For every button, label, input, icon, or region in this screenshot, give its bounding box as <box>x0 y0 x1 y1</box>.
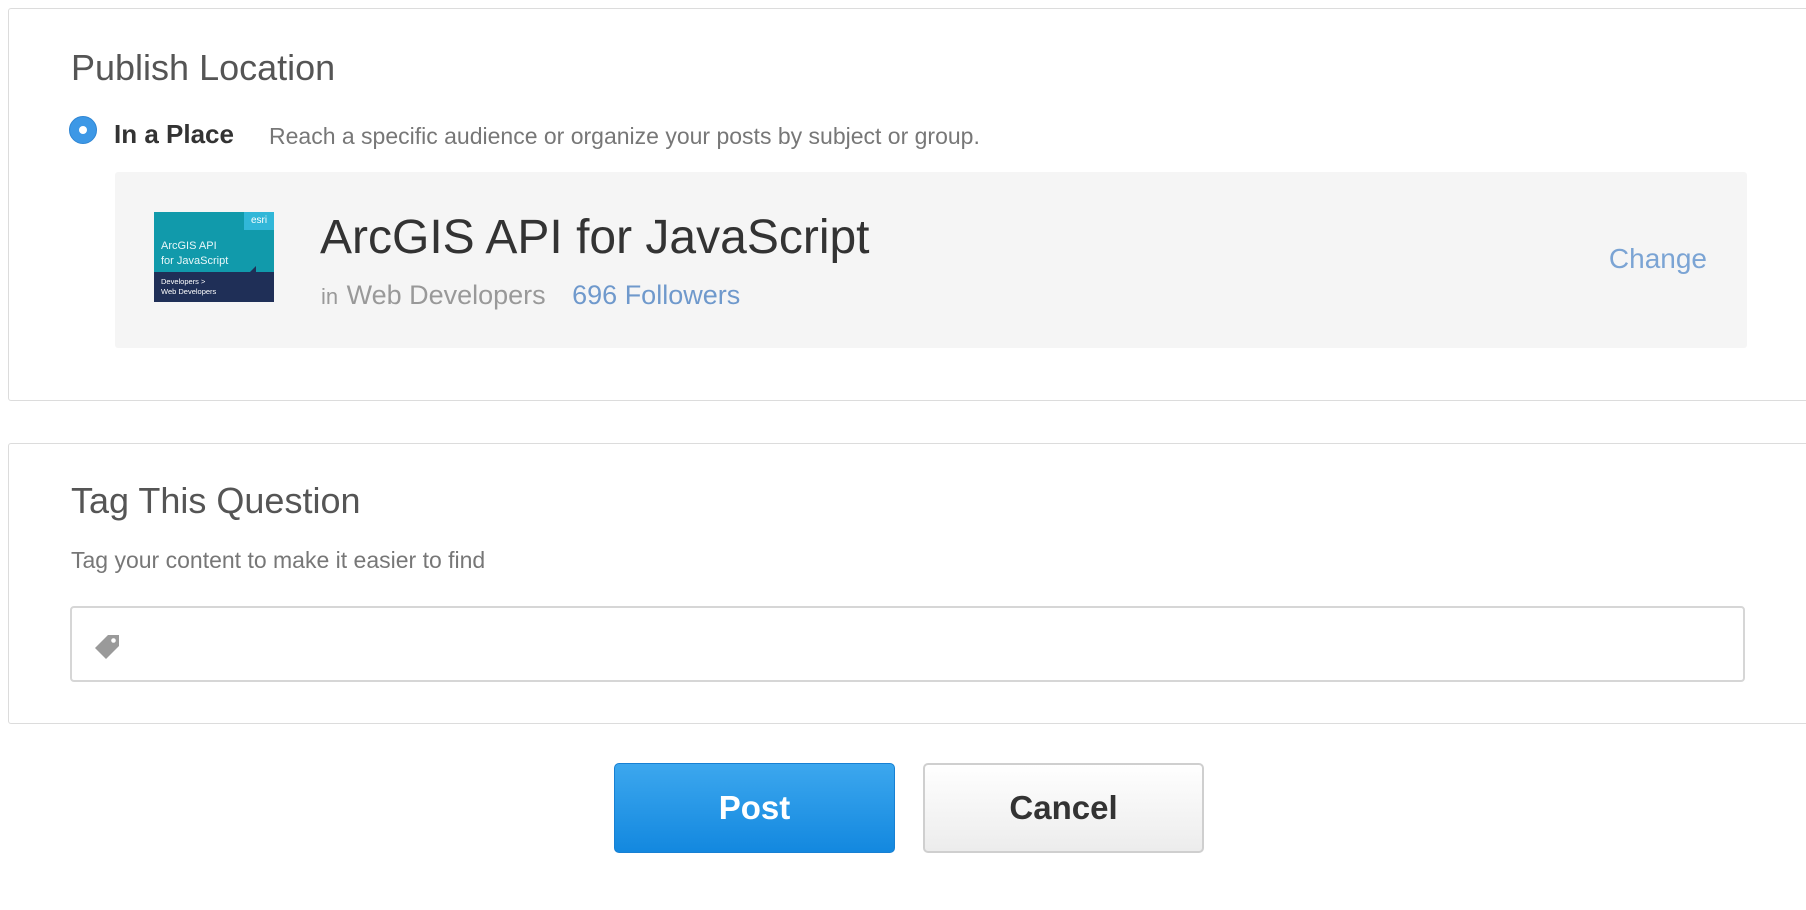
tag-question-title: Tag This Question <box>71 480 361 521</box>
post-button[interactable]: Post <box>614 763 895 853</box>
thumbnail-subtitle: Developers > Web Developers <box>161 277 217 296</box>
place-thumbnail: esri ArcGIS API for JavaScript Developer… <box>154 212 274 302</box>
tag-icon <box>95 635 119 659</box>
esri-logo: esri <box>244 212 274 230</box>
parent-community-link[interactable]: Web Developers <box>347 280 546 310</box>
thumbnail-title: ArcGIS API for JavaScript <box>161 240 229 267</box>
radio-dot <box>79 126 87 134</box>
in-label: in <box>321 284 339 309</box>
place-name: ArcGIS API for JavaScript <box>320 211 870 264</box>
tag-question-panel: Tag This Question Tag your content to ma… <box>8 443 1806 724</box>
followers-link[interactable]: 696 Followers <box>572 280 740 310</box>
tag-field[interactable] <box>70 606 1745 682</box>
publish-location-panel: Publish Location In a Place Reach a spec… <box>8 8 1806 401</box>
selected-place-card: esri ArcGIS API for JavaScript Developer… <box>115 172 1747 348</box>
in-a-place-label[interactable]: In a Place <box>114 119 234 150</box>
change-place-link[interactable]: Change <box>1609 243 1707 275</box>
publish-location-title: Publish Location <box>71 47 336 88</box>
tag-input[interactable] <box>142 608 1736 682</box>
tag-description: Tag your content to make it easier to fi… <box>71 547 486 573</box>
cancel-button[interactable]: Cancel <box>923 763 1204 853</box>
in-a-place-description: Reach a specific audience or organize yo… <box>269 123 980 149</box>
in-a-place-radio[interactable] <box>69 116 97 144</box>
place-meta: in Web Developers 696 Followers <box>321 280 740 311</box>
